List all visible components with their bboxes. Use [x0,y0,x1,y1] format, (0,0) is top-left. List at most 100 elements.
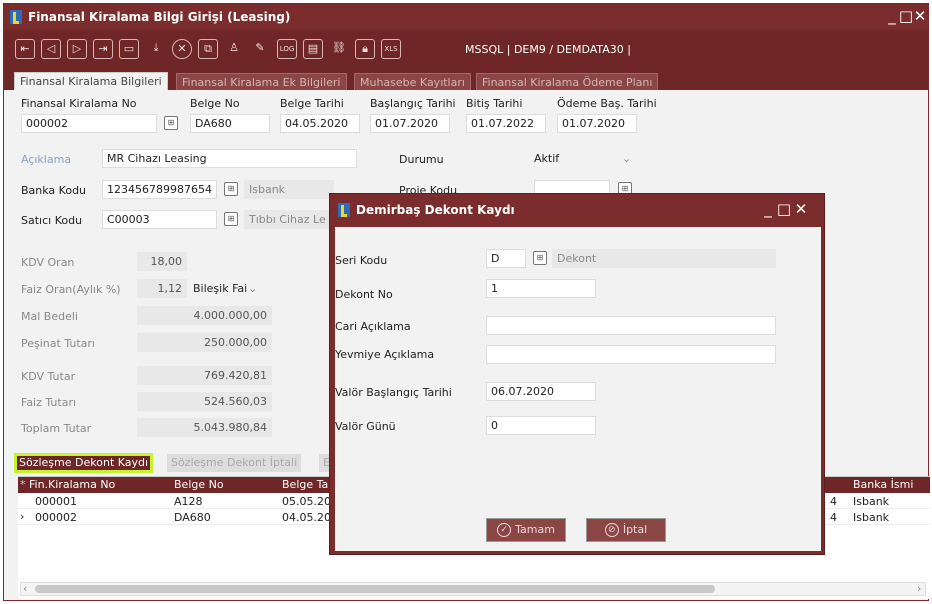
valor-gunu-field[interactable]: 0 [486,416,596,435]
iptal-button[interactable]: ⊘ İptal [586,518,666,542]
durumu-select[interactable]: Aktif [529,149,619,168]
seri-name-field: Dekont [552,249,776,268]
user-icon[interactable]: ♙ [224,39,244,59]
app-logo-icon [10,10,22,24]
lock-icon[interactable]: 🔒︎ [355,39,375,59]
odeme-bas-tarihi-field[interactable]: 01.07.2020 [557,114,637,133]
scroll-right-icon[interactable]: › [917,582,921,595]
banka-kodu-label: Banka Kodu [21,184,87,197]
link-icon[interactable]: ⛓ [329,39,349,59]
faiz-type-select[interactable]: Bileşik Faiz [188,279,248,298]
col-belge-no[interactable]: Belge No [174,478,224,491]
row-banka: Isbank [853,495,890,508]
maximize-icon[interactable]: □ [776,200,792,218]
last-record-icon[interactable]: ⇥ [93,39,113,59]
tab-kiralama-bilgileri[interactable]: Finansal Kiralama Bilgileri [14,72,168,90]
cari-aciklama-label: Cari Açıklama [335,320,411,333]
odeme-bas-tarihi-label: Ödeme Baş. Tarihi [557,97,657,110]
toplam-tutar-label: Toplam Tutar [21,422,92,435]
next-record-icon[interactable]: ▷ [67,39,87,59]
asterisk-icon: * [20,478,26,491]
cancel-icon[interactable]: ✕ [172,39,192,59]
satici-kodu-field[interactable]: C00003 [102,210,217,229]
valor-baslangic-label: Valör Başlangıç Tarihi [335,386,452,399]
dekont-dialog: Demirbaş Dekont Kaydı _ □ ✕ Seri Kodu D … [329,193,825,555]
row-no: 000001 [35,495,77,508]
close-icon[interactable]: ✕ [912,7,928,25]
chevron-down-icon[interactable]: ⌄ [622,152,631,165]
dekont-no-field[interactable]: 1 [486,279,596,298]
log-icon[interactable]: LOG [277,39,297,59]
satici-name-field: Tıbbı Cihaz Le [244,210,330,229]
valor-baslangic-field[interactable]: 06.07.2020 [486,382,596,401]
tab-strip: Finansal Kiralama Bilgileri Finansal Kir… [4,70,928,90]
tab-muhasebe[interactable]: Muhasebe Kayıtları [354,73,471,90]
row-no: 000002 [35,511,77,524]
col-banka-ismi[interactable]: Banka İsmi [853,478,913,491]
tamam-button[interactable]: ✓ Tamam [486,518,566,542]
pesinat-field[interactable]: 250.000,00 [137,333,272,352]
faiz-tutar-label: Faiz Tutarı [21,396,77,409]
banka-lookup-icon[interactable]: ⊞ [224,182,238,196]
new-record-icon[interactable]: ▭ [119,39,139,59]
connection-info: MSSQL | DEM9 / DEMDATA30 | [465,43,631,56]
baslangic-tarihi-field[interactable]: 01.07.2020 [370,114,450,133]
seri-kodu-label: Seri Kodu [335,254,388,267]
row-tail: 4 [830,495,837,508]
close-icon[interactable]: ✕ [793,200,809,218]
toolbar: ⇤ ◁ ▷ ⇥ ▭ ⤓ ✕ ⧉ ♙ ✎ LOG ▤ ⛓ 🔒︎ XLS MSSQL… [4,30,928,70]
mal-bedeli-field[interactable]: 4.000.000,00 [137,306,272,325]
aciklama-field[interactable]: MR Cihazı Leasing [102,149,357,168]
pesinat-label: Peşinat Tutarı [21,337,95,350]
row-belge: DA680 [174,511,211,524]
previous-record-icon[interactable]: ◁ [41,39,61,59]
mal-bedeli-label: Mal Bedeli [21,310,78,323]
bitis-tarihi-field[interactable]: 01.07.2022 [466,114,546,133]
faiz-oran-label: Faiz Oran(Aylık %) [21,283,121,296]
dialog-title: Demirbaş Dekont Kaydı [356,203,515,217]
yevmiye-aciklama-field[interactable] [486,345,776,364]
horizontal-scrollbar[interactable]: ‹ › [20,582,926,596]
col-belge-tarihi[interactable]: Belge Ta [282,478,328,491]
belge-no-field[interactable]: DA680 [190,114,270,133]
app-logo-icon [338,203,350,217]
first-record-icon[interactable]: ⇤ [15,39,35,59]
satici-lookup-icon[interactable]: ⊞ [224,212,238,226]
current-row-icon: › [20,510,25,523]
dialog-body: Seri Kodu D ⊞ Dekont Dekont No 1 Cari Aç… [335,227,821,551]
edit-icon[interactable]: ✎ [250,39,270,59]
belge-tarihi-field[interactable]: 04.05.2020 [280,114,360,133]
tab-sozlesme-dekont-kaydi[interactable]: Sözleşme Dekont Kaydı [14,453,154,473]
yevmiye-aciklama-label: Yevmiye Açıklama [335,348,435,361]
kdv-oran-field[interactable]: 18,00 [137,252,187,271]
tab-odeme-plani[interactable]: Finansal Kiralama Ödeme Planı [476,73,659,90]
minimize-icon[interactable]: _ [760,200,776,218]
kdv-oran-label: KDV Oran [21,256,75,269]
row-tail: 4 [830,511,837,524]
scrollbar-thumb[interactable] [35,585,715,593]
save-icon[interactable]: ⤓ [146,39,166,59]
cari-aciklama-field[interactable] [486,316,776,335]
copy-icon[interactable]: ⧉ [198,39,218,59]
banka-kodu-field[interactable]: 123456789987654 [102,180,217,199]
banka-name-field: Isbank [244,180,334,199]
excel-icon[interactable]: XLS [381,39,401,59]
tab-ek-bilgiler[interactable]: Finansal Kiralama Ek Bilgileri [176,73,347,90]
row-belge: A128 [174,495,203,508]
belge-no-label: Belge No [190,97,240,110]
scroll-left-icon[interactable]: ‹ [23,582,27,595]
seri-kodu-field[interactable]: D [486,249,526,268]
chevron-down-icon[interactable]: ⌄ [248,282,257,295]
print-icon[interactable]: ▤ [303,39,323,59]
kiralama-no-lookup-icon[interactable]: ⊞ [164,116,178,130]
cancel-circle-icon: ⊘ [604,523,619,537]
seri-lookup-icon[interactable]: ⊞ [533,251,547,265]
kiralama-no-field[interactable]: 000002 [21,114,157,133]
durumu-label: Durumu [399,153,444,166]
baslangic-tarihi-label: Başlangıç Tarihi [370,97,456,110]
col-fin-no[interactable]: Fin.Kiralama No [29,478,115,491]
row-tarih: 04.05.20 [282,511,331,524]
satici-kodu-label: Satıcı Kodu [21,214,83,227]
tab-sozlesme-dekont-iptali[interactable]: Sözleşme Dekont İptali [167,454,302,472]
faiz-oran-field[interactable]: 1,12 [137,279,187,298]
